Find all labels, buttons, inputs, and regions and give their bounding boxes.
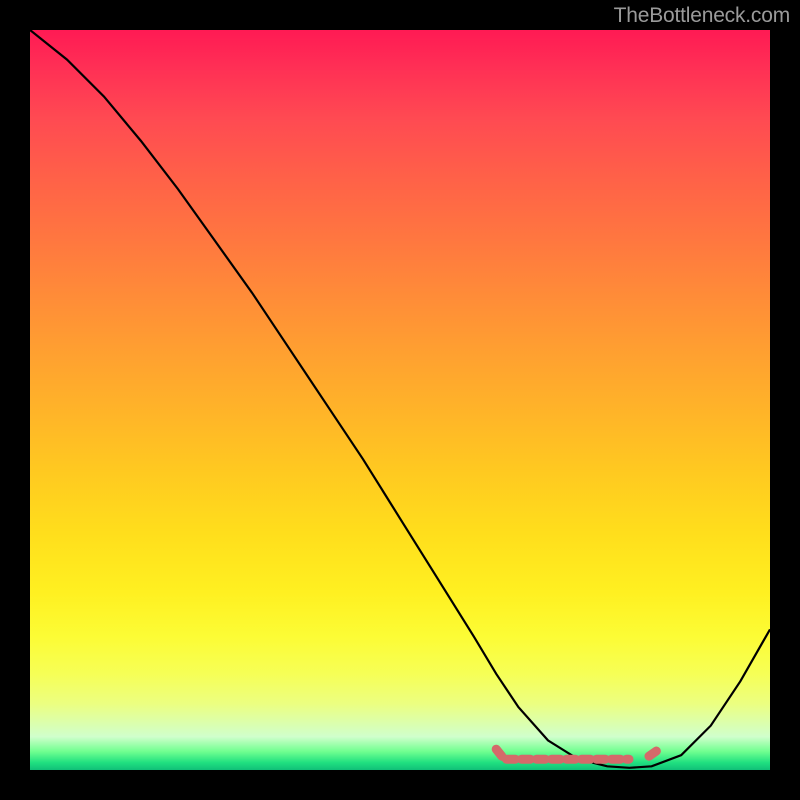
optimal-band (496, 749, 659, 759)
watermark-text: TheBottleneck.com (614, 4, 790, 28)
chart-plot-area (30, 30, 770, 770)
chart-line (30, 30, 770, 768)
chart-svg (30, 30, 770, 770)
